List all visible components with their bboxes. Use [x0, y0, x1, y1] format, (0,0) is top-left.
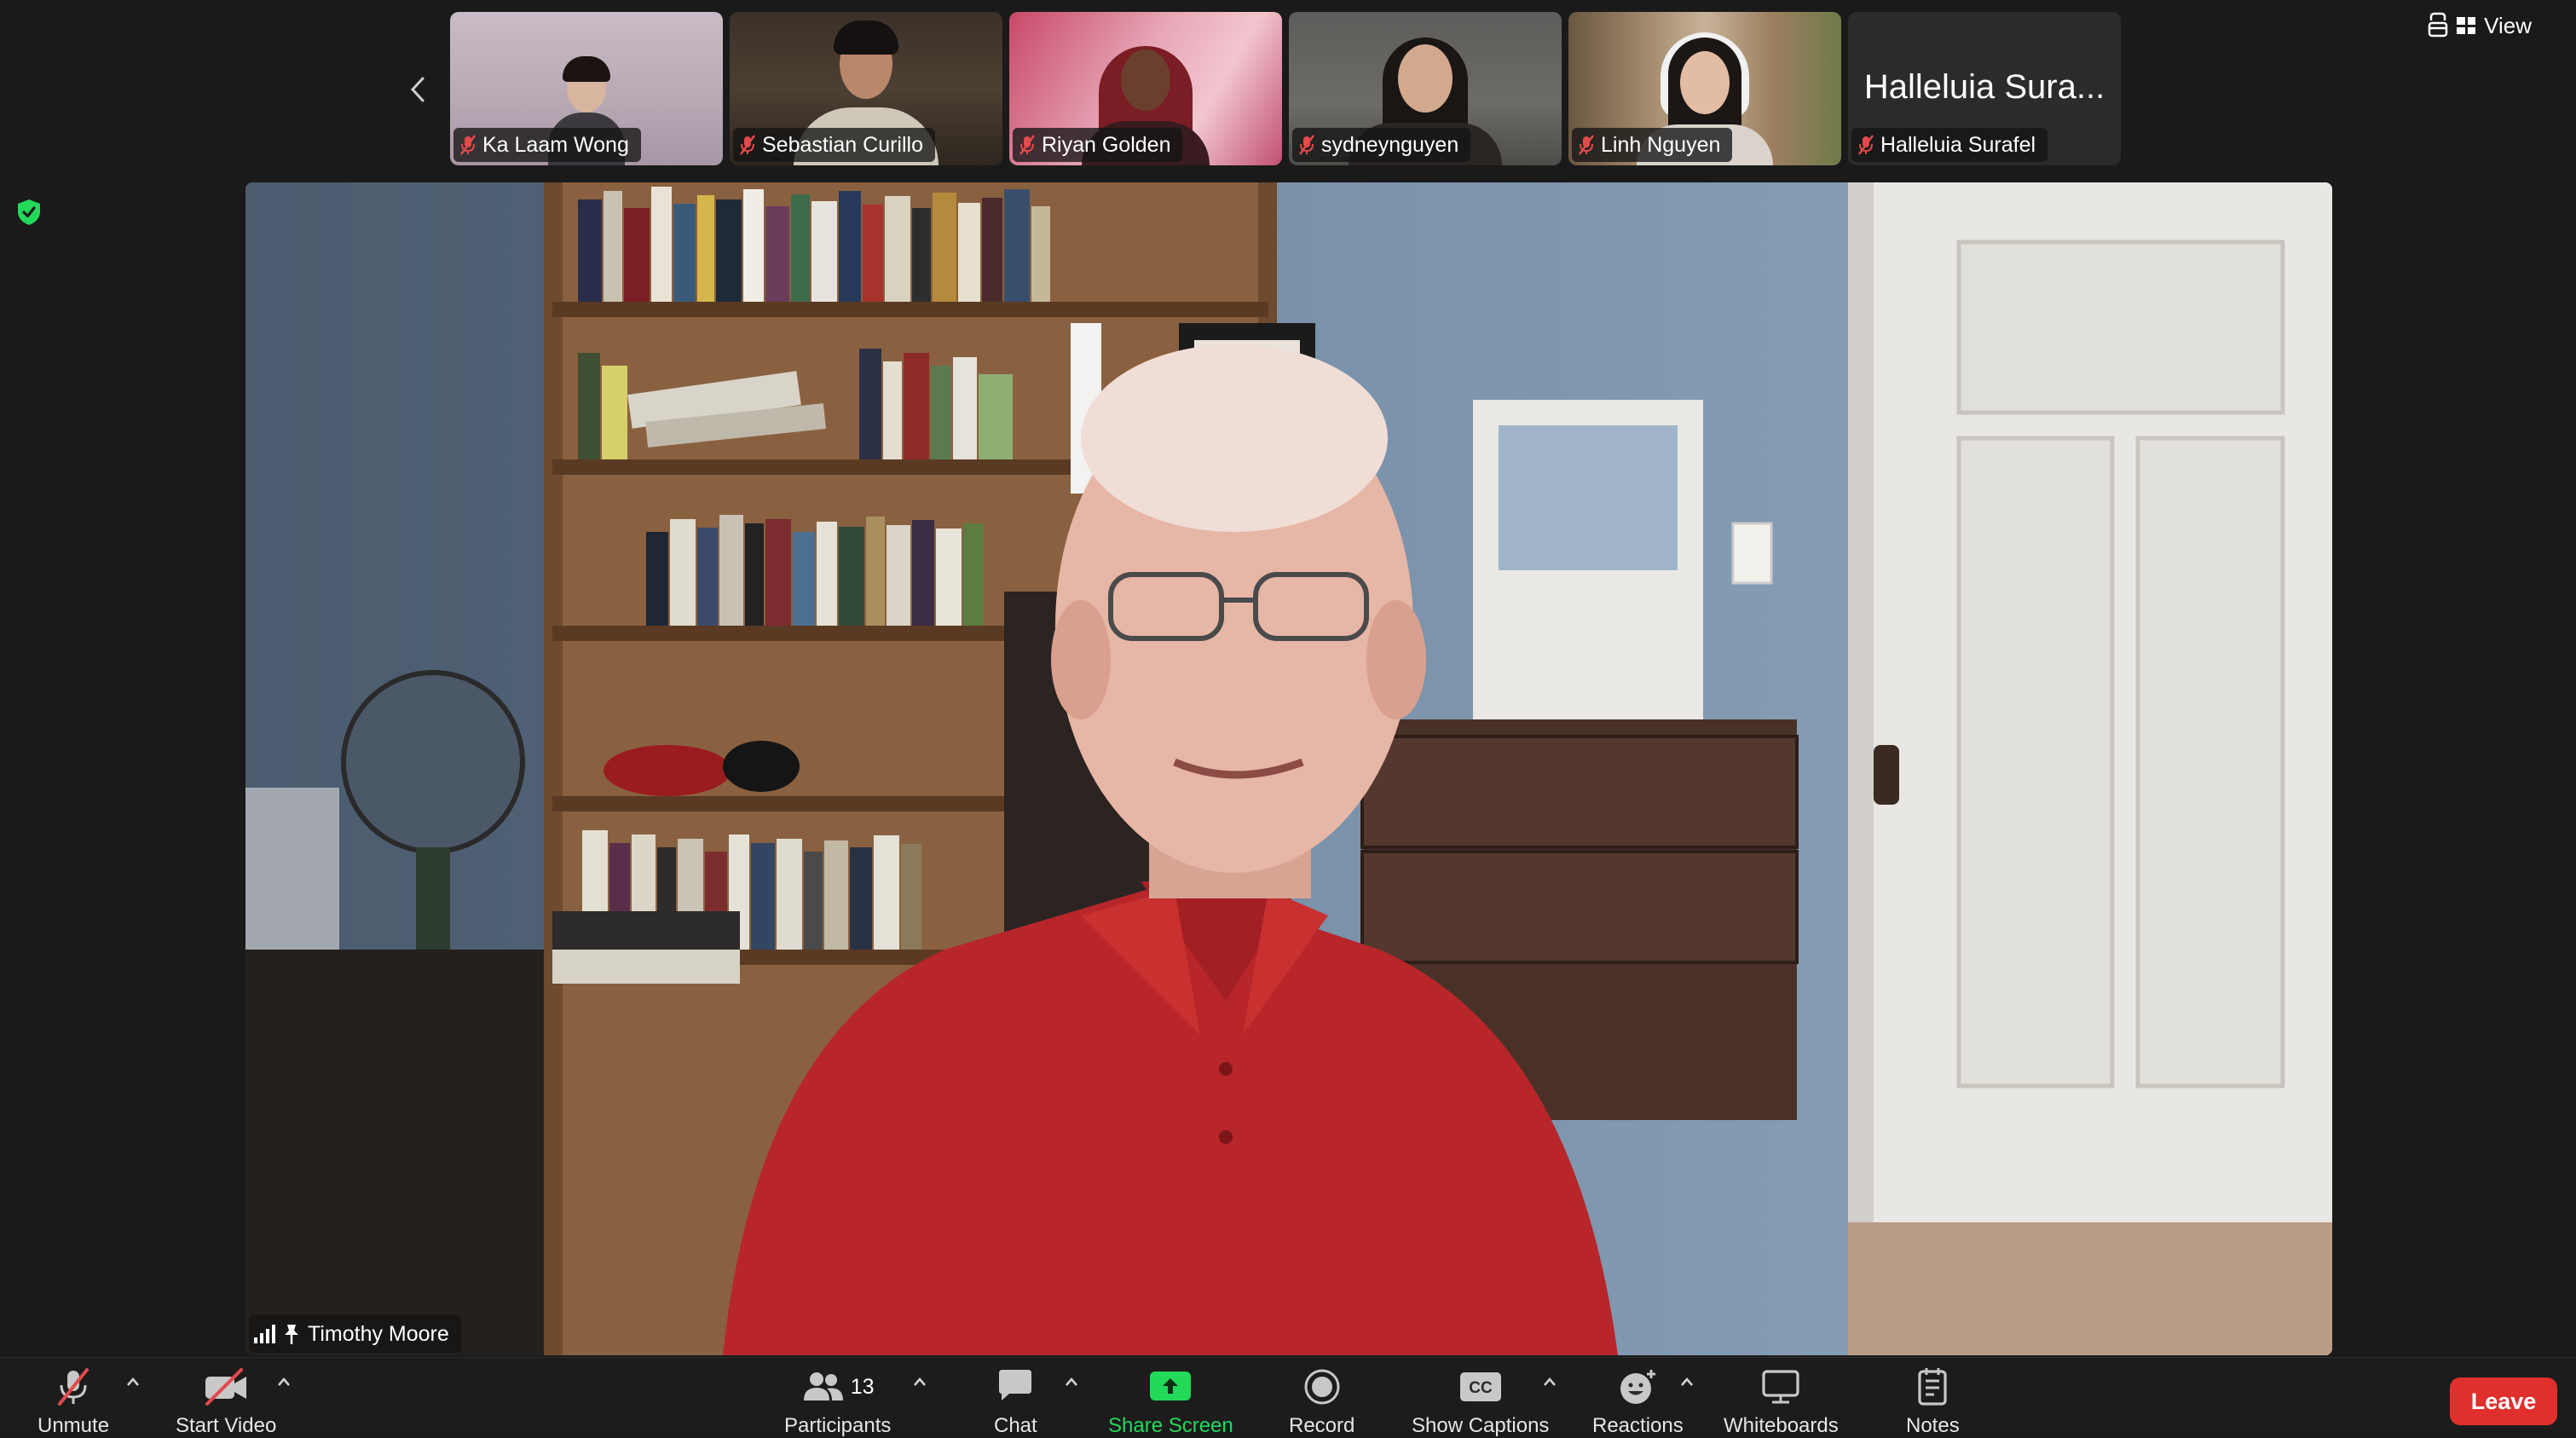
- svg-text:CC: CC: [1469, 1379, 1493, 1397]
- participant-tile[interactable]: Ka Laam Wong: [450, 12, 723, 165]
- participant-display-name: Halleluia Sura...: [1863, 68, 2105, 106]
- show-captions-label: Show Captions: [1412, 1414, 1550, 1437]
- whiteboards-button[interactable]: Whiteboards: [1724, 1366, 1839, 1438]
- filmstrip-prev-button[interactable]: [401, 70, 435, 109]
- connection-strength-icon: [254, 1325, 275, 1343]
- participant-name-label: Ka Laam Wong: [453, 128, 641, 162]
- share-screen-button[interactable]: Share Screen: [1108, 1366, 1233, 1438]
- chevron-up-icon: [1066, 1377, 1077, 1386]
- chat-label: Chat: [994, 1414, 1037, 1437]
- participants-button[interactable]: 13 Participants: [784, 1366, 891, 1438]
- view-label: View: [2484, 12, 2532, 38]
- participant-face: [1121, 49, 1170, 111]
- notes-button[interactable]: Notes: [1906, 1366, 1960, 1438]
- participant-name-label: Halleluia Surafel: [1851, 128, 2048, 162]
- view-grid-icon: [2457, 17, 2476, 34]
- participant-name-label: Sebastian Curillo: [733, 128, 935, 162]
- chat-button[interactable]: Chat: [994, 1366, 1037, 1438]
- video-options-caret[interactable]: [274, 1373, 293, 1390]
- closed-captions-icon: CC: [1459, 1372, 1501, 1401]
- immersive-view-button[interactable]: [2417, 9, 2458, 41]
- meeting-security-button[interactable]: [15, 198, 43, 227]
- video-off-icon: [205, 1368, 247, 1406]
- meeting-toolbar: Unmute Start Video 13 Participants Chat …: [0, 1357, 2576, 1437]
- muted-mic-icon: [1299, 135, 1314, 155]
- active-speaker-name: Timothy Moore: [308, 1321, 449, 1346]
- participant-tile[interactable]: Halleluia Sura... Halleluia Surafel: [1848, 12, 2121, 165]
- participant-name-label: Riyan Golden: [1013, 128, 1183, 162]
- audio-options-caret[interactable]: [124, 1373, 142, 1390]
- pin-icon: [285, 1325, 298, 1344]
- participants-options-caret[interactable]: [910, 1373, 929, 1390]
- reactions-icon: [1620, 1370, 1656, 1404]
- notes-label: Notes: [1906, 1414, 1960, 1437]
- record-label: Record: [1289, 1414, 1355, 1437]
- participant-name-label: sydneynguyen: [1292, 128, 1471, 162]
- reactions-label: Reactions: [1592, 1414, 1684, 1437]
- show-captions-button[interactable]: CC Show Captions: [1412, 1366, 1549, 1438]
- unmute-label: Unmute: [38, 1414, 110, 1437]
- chevron-up-icon: [1681, 1377, 1693, 1386]
- shield-check-icon: [18, 199, 40, 225]
- muted-mic-icon: [1858, 135, 1874, 155]
- speaker-video-frame: [245, 182, 2332, 1355]
- record-icon: [1304, 1369, 1340, 1405]
- chevron-left-icon: [410, 77, 425, 102]
- participant-face: [1680, 51, 1730, 114]
- notes-icon: [1918, 1368, 1947, 1406]
- participant-name-label: Linh Nguyen: [1572, 128, 1733, 162]
- chevron-up-icon: [278, 1377, 290, 1386]
- participant-face: [1398, 44, 1453, 113]
- muted-mic-icon: [1019, 135, 1035, 155]
- participants-label: Participants: [784, 1414, 892, 1437]
- whiteboards-label: Whiteboards: [1724, 1414, 1839, 1437]
- reactions-options-caret[interactable]: [1678, 1373, 1696, 1390]
- view-button[interactable]: View: [2457, 10, 2532, 41]
- start-video-button[interactable]: Start Video: [176, 1366, 276, 1438]
- share-screen-icon: [1150, 1372, 1192, 1400]
- participants-icon: [803, 1372, 843, 1400]
- participant-tile[interactable]: Sebastian Curillo: [730, 12, 1002, 165]
- participants-count: 13: [850, 1374, 875, 1399]
- unmute-button[interactable]: Unmute: [38, 1366, 109, 1438]
- muted-mic-icon: [740, 135, 755, 155]
- share-screen-label: Share Screen: [1108, 1414, 1233, 1437]
- chat-icon: [999, 1370, 1032, 1400]
- record-button[interactable]: Record: [1289, 1366, 1354, 1438]
- participant-tile[interactable]: sydneynguyen: [1289, 12, 1562, 165]
- chat-options-caret[interactable]: [1062, 1373, 1081, 1390]
- muted-mic-icon: [1579, 135, 1594, 155]
- muted-mic-icon: [58, 1368, 90, 1406]
- participant-tile[interactable]: Riyan Golden: [1009, 12, 1282, 165]
- active-speaker-video[interactable]: [245, 182, 2332, 1355]
- reactions-button[interactable]: Reactions: [1592, 1366, 1684, 1438]
- chevron-up-icon: [914, 1377, 926, 1386]
- start-video-label: Start Video: [176, 1414, 277, 1437]
- chevron-up-icon: [127, 1377, 139, 1386]
- active-speaker-label: Timothy Moore: [249, 1315, 461, 1353]
- whiteboard-icon: [1762, 1370, 1799, 1404]
- captions-options-caret[interactable]: [1540, 1373, 1559, 1390]
- muted-mic-icon: [460, 135, 476, 155]
- immersive-view-icon: [2428, 12, 2448, 38]
- chevron-up-icon: [1544, 1377, 1556, 1386]
- participant-tile[interactable]: Linh Nguyen: [1568, 12, 1841, 165]
- leave-button[interactable]: Leave: [2450, 1377, 2557, 1425]
